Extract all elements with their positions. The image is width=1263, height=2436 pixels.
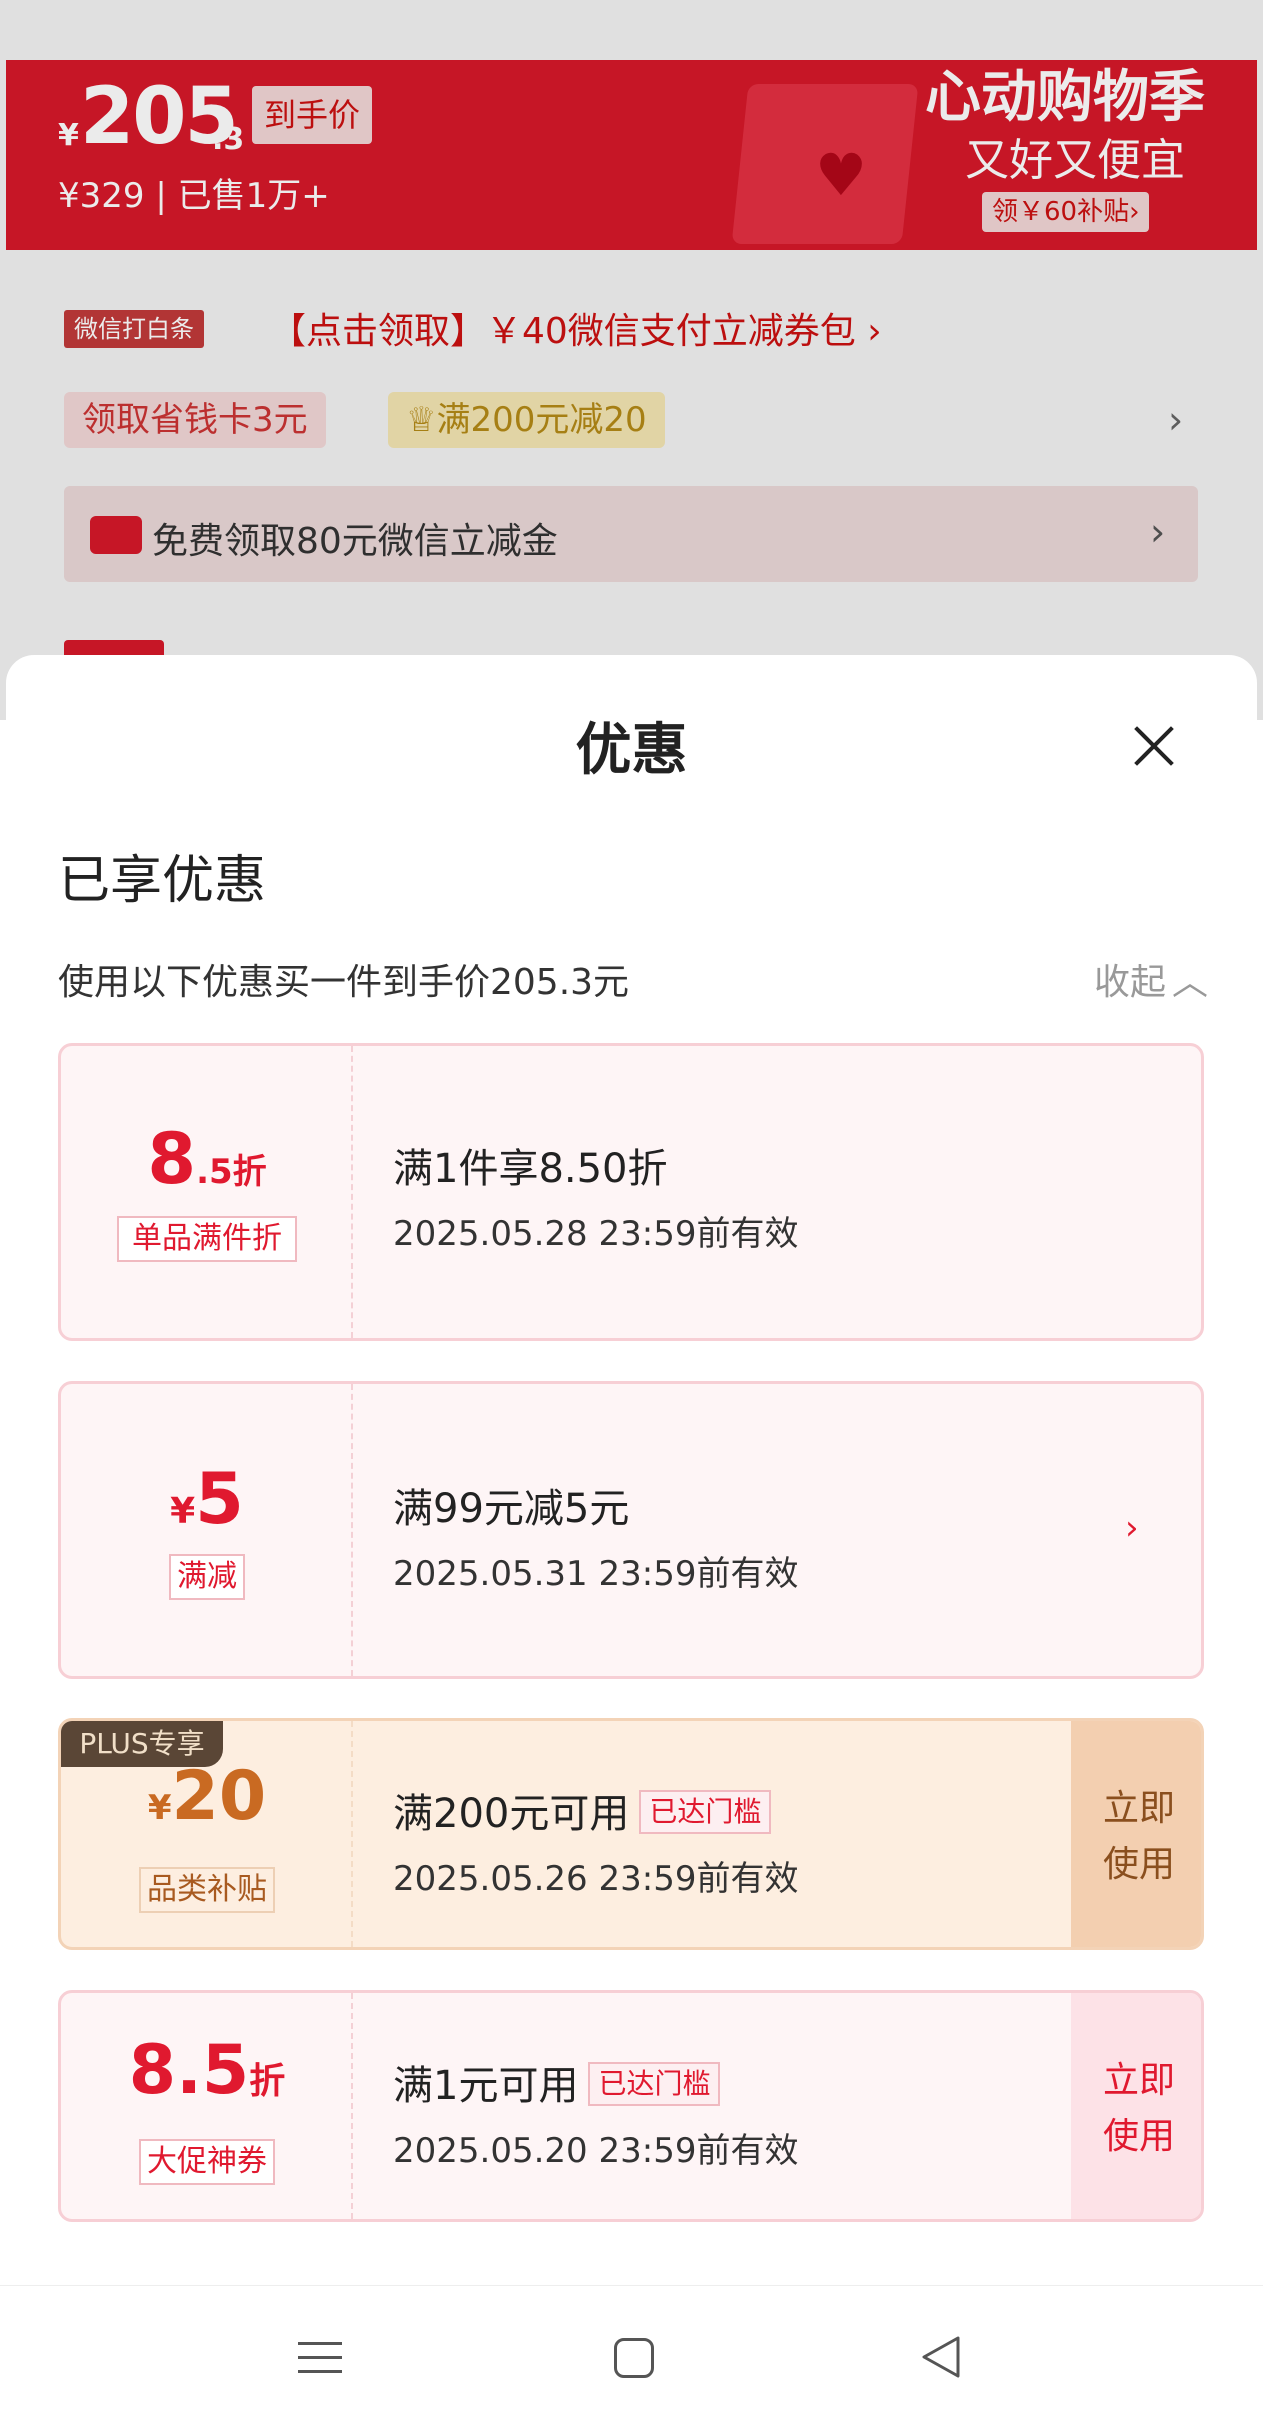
coupon-condition: 满200元可用 已达门槛: [393, 1781, 772, 1839]
coupon-card: 8.5折 大促神券 满1元可用 已达门槛 2025.05.20 23:59前有效 …: [58, 1990, 1204, 2222]
coupon-type-tag: 大促神券: [139, 2139, 275, 2185]
coupon-validity: 2025.05.28 23:59前有效: [393, 1214, 799, 1254]
coupon-value: ¥5: [170, 1458, 244, 1540]
product-page-background: ¥ 205 .3 到手价 ¥329 | 已售1万+ ♥ 心动购物季 又好又便宜 …: [0, 0, 1263, 720]
threshold-reached-tag: 已达门槛: [588, 2062, 721, 2106]
coupon-value: 8.5折: [147, 1118, 267, 1200]
coupon-type-tag: 品类补贴: [139, 1867, 275, 1913]
coupon-value: 8.5折: [128, 2031, 286, 2110]
menu-icon[interactable]: [298, 2334, 342, 2378]
coupon-type-tag: 单品满件折: [117, 1216, 297, 1262]
coupon-condition: 满1元可用 已达门槛: [393, 2053, 721, 2111]
coupon-card: 8.5折 单品满件折 满1件享8.50折 2025.05.28 23:59前有效: [58, 1043, 1204, 1341]
close-icon[interactable]: [1124, 716, 1184, 776]
sheet-title: 优惠: [575, 718, 688, 783]
chevron-up-icon: ︿: [1172, 962, 1209, 1003]
coupon-value: ¥20: [147, 1757, 267, 1836]
coupon-card-plus: PLUS专享 ¥20 品类补贴 满200元可用 已达门槛 2025.05.26 2…: [58, 1718, 1204, 1950]
coupon-condition: 满1件享8.50折: [393, 1146, 668, 1192]
use-now-button[interactable]: 立即 使用: [1071, 1721, 1201, 1947]
coupon-type-tag: 满减: [169, 1554, 245, 1600]
dim-overlay[interactable]: [0, 0, 1263, 720]
chevron-right-icon[interactable]: ›: [1125, 1508, 1139, 1548]
use-now-button[interactable]: 立即 使用: [1071, 1993, 1201, 2219]
back-icon[interactable]: [914, 2330, 968, 2384]
collapse-label: 收起: [1094, 962, 1167, 1003]
collapse-button[interactable]: 收起 ︿: [1094, 953, 1208, 1005]
discount-summary: 使用以下优惠买一件到手价205.3元: [58, 962, 630, 1003]
coupon-validity: 2025.05.31 23:59前有效: [393, 1554, 799, 1594]
coupon-validity: 2025.05.26 23:59前有效: [393, 1859, 799, 1899]
section-title: 已享优惠: [58, 851, 267, 911]
threshold-reached-tag: 已达门槛: [639, 1790, 772, 1834]
coupon-validity: 2025.05.20 23:59前有效: [393, 2131, 799, 2171]
coupon-card[interactable]: ¥5 满减 满99元减5元 2025.05.31 23:59前有效 ›: [58, 1381, 1204, 1679]
coupon-condition: 满99元减5元: [393, 1486, 630, 1532]
home-icon[interactable]: [614, 2338, 654, 2378]
